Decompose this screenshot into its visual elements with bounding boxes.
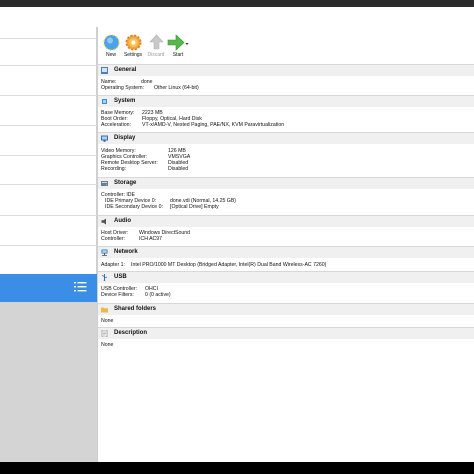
section-title: Network	[114, 249, 138, 255]
prop-value: Other Linux (64-bit)	[154, 85, 199, 91]
start-button[interactable]: Start	[165, 34, 191, 58]
prop-label: Controller:	[101, 236, 125, 242]
list-divider	[0, 95, 97, 96]
section-header-shared-folders[interactable]: Shared folders	[98, 303, 474, 315]
prop-label: IDE Secondary Device 0:	[105, 204, 163, 210]
speaker-icon	[101, 218, 106, 225]
description-icon	[101, 330, 108, 337]
prop-value: VT-x/AMD-V, Nested Paging, PAE/NX, KVM P…	[142, 122, 285, 128]
section-title: Audio	[114, 218, 131, 224]
prop-label: Acceleration:	[101, 122, 131, 128]
start-arrow-icon	[167, 34, 189, 51]
general-icon	[101, 67, 108, 74]
title-bar	[0, 7, 474, 27]
prop-label: None	[101, 318, 114, 324]
new-icon	[102, 34, 120, 51]
section-title: Description	[114, 330, 148, 336]
list-divider	[0, 245, 97, 246]
start-button-label: Start	[172, 52, 184, 58]
network-icon	[101, 249, 108, 256]
section-title: Storage	[114, 180, 137, 186]
pane-splitter[interactable]	[97, 27, 98, 462]
prop-value: [Optical Drive] Empty	[170, 204, 219, 210]
prop-value: Intel PRO/1000 MT Desktop (Bridged Adapt…	[131, 262, 327, 268]
list-divider	[0, 125, 97, 126]
list-divider	[0, 155, 97, 156]
usb-icon	[101, 274, 108, 281]
discard-arrow-icon	[148, 34, 164, 50]
top-border	[0, 0, 474, 7]
prop-label: Device Filters:	[101, 292, 134, 298]
vm-list-item-selected[interactable]	[0, 274, 97, 302]
section-title: System	[114, 98, 136, 104]
list-divider	[0, 184, 97, 185]
prop-value: ICH AC97	[139, 236, 163, 242]
section-title: Shared folders	[114, 306, 157, 312]
section-title: Display	[114, 135, 136, 141]
section-header-display[interactable]: Display	[98, 132, 474, 144]
section-header-usb[interactable]: USB	[98, 271, 474, 283]
prop-label: Operating System:	[101, 85, 144, 91]
list-menu-icon[interactable]	[74, 281, 87, 293]
section-title: General	[114, 67, 137, 73]
vm-list-empty-area	[0, 302, 97, 462]
vm-list-pane	[0, 27, 97, 462]
monitor-icon	[101, 135, 108, 142]
prop-label: Recording:	[101, 166, 127, 172]
section-header-general[interactable]: General	[98, 64, 474, 76]
list-divider	[0, 65, 97, 66]
section-header-storage[interactable]: Storage	[98, 177, 474, 189]
prop-label: None	[101, 342, 114, 348]
list-divider	[0, 215, 97, 216]
section-title: USB	[114, 274, 127, 280]
section-header-system[interactable]: System	[98, 95, 474, 107]
prop-label: Adapter 1:	[101, 262, 125, 268]
virtualbox-manager-window: New Settings Discard Start General Name:…	[0, 0, 474, 462]
section-header-network[interactable]: Network	[98, 246, 474, 258]
prop-value: Disabled	[168, 166, 189, 172]
storage-icon	[101, 181, 108, 186]
gear-icon	[125, 34, 141, 51]
prop-value: 0 (0 active)	[145, 292, 171, 298]
chip-icon	[102, 99, 107, 104]
section-header-description[interactable]: Description	[98, 327, 474, 339]
section-header-audio[interactable]: Audio	[98, 215, 474, 227]
list-divider	[0, 38, 97, 39]
folder-icon	[101, 307, 108, 313]
